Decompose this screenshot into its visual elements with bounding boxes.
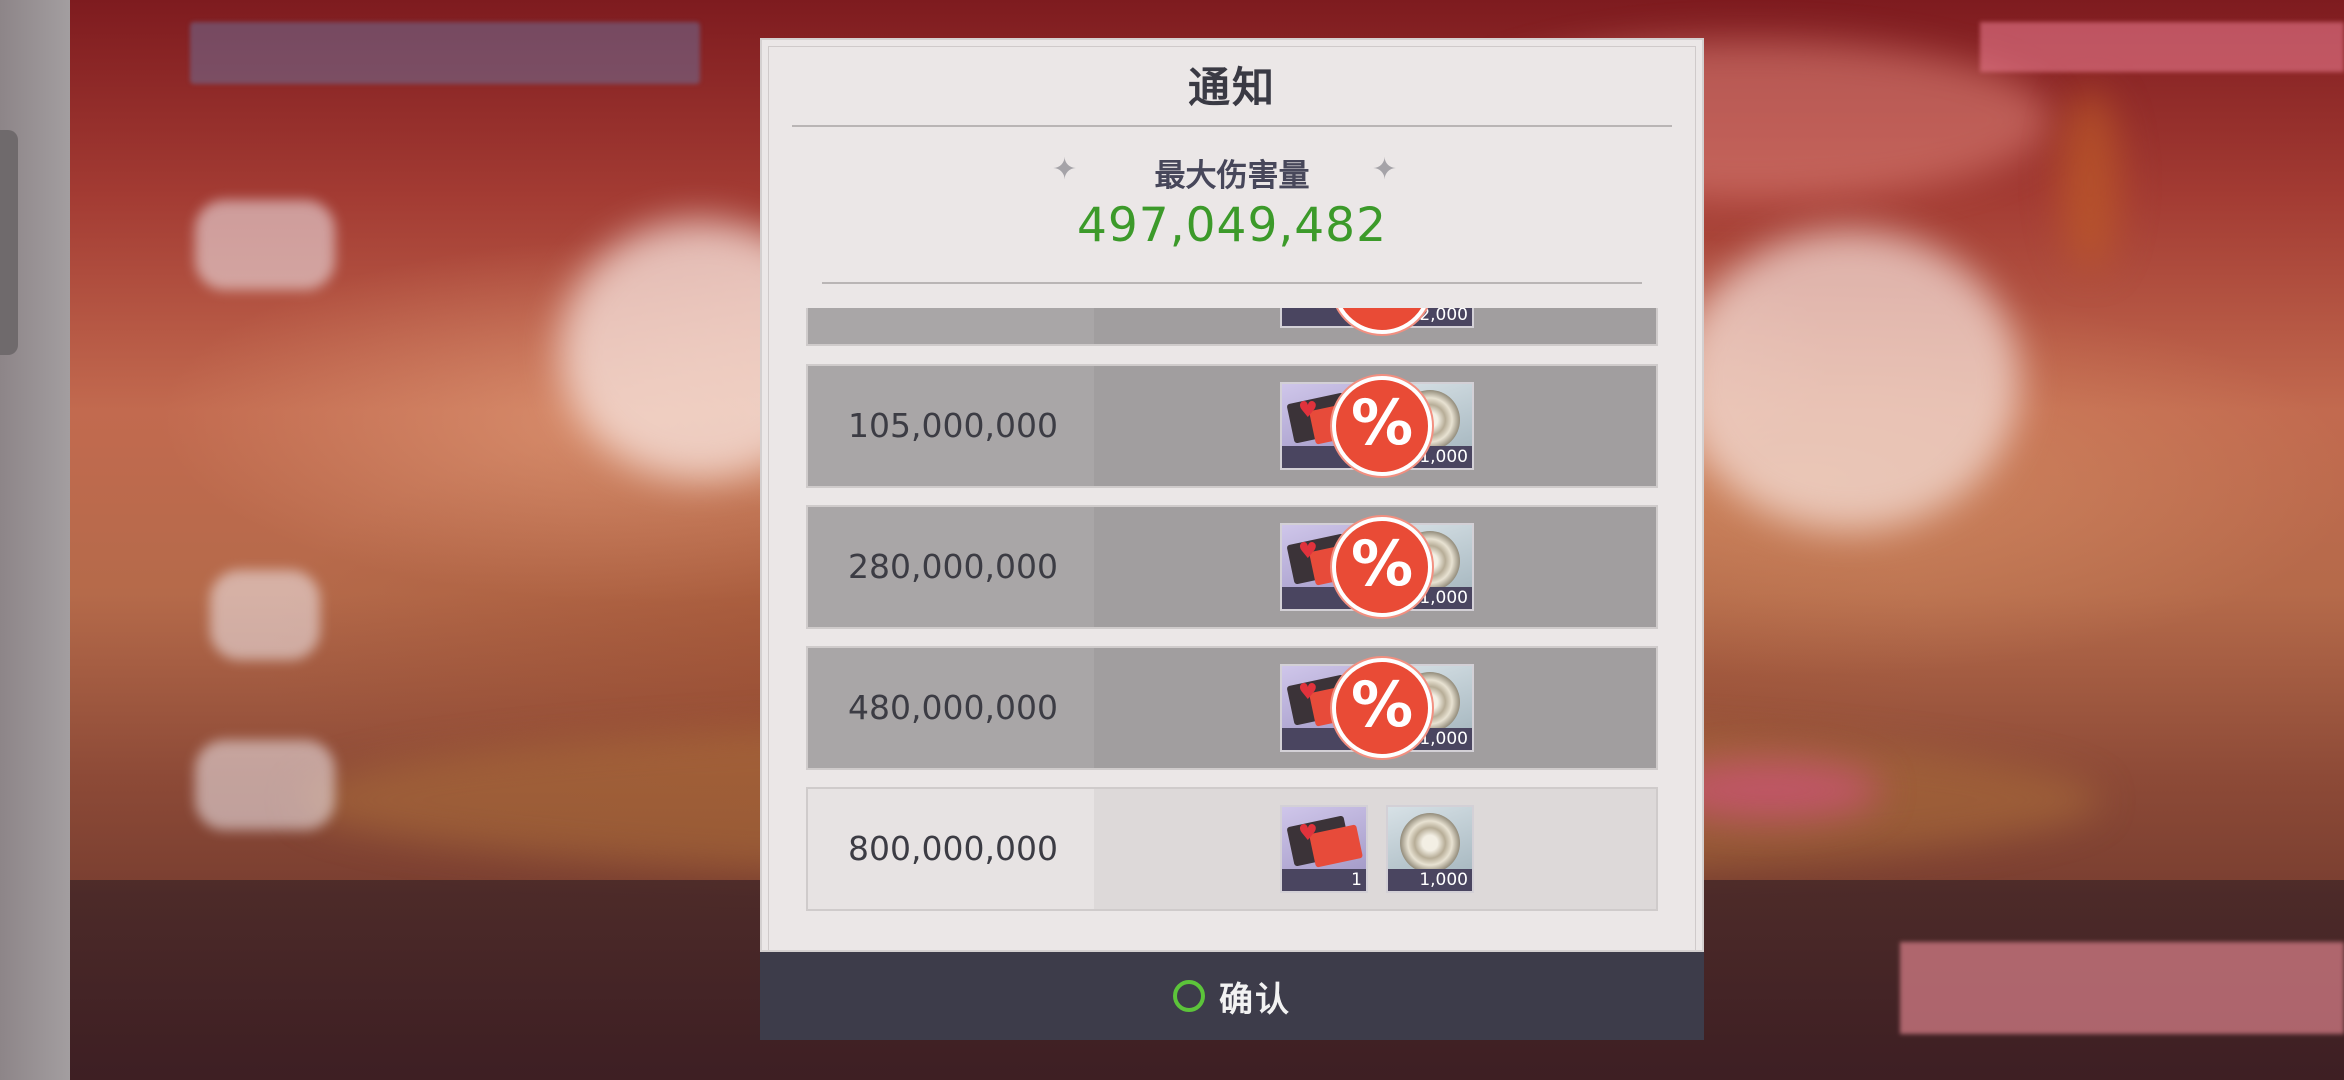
circle-icon xyxy=(1173,980,1205,1012)
left-edge-handle[interactable] xyxy=(0,130,18,355)
reward-ticket-item[interactable]: ♥ 1 xyxy=(1280,805,1368,893)
reward-coin-item[interactable]: 1,000 xyxy=(1386,805,1474,893)
background-action-button xyxy=(1900,942,2344,1034)
reward-row: 105,000,000 ♥ 1,000 % xyxy=(806,364,1658,488)
dialog-title: 通知 xyxy=(1187,63,1276,112)
notice-dialog: 通知 ✦ 最大伤害量 ✦ 497,049,482 ♥ 2,000 % 105,0… xyxy=(760,38,1704,952)
heart-icon: ♥ xyxy=(1298,821,1318,846)
max-damage-label: 最大伤害量 xyxy=(1154,158,1310,194)
heart-icon: ♥ xyxy=(1298,539,1318,564)
heart-icon: ♥ xyxy=(1298,398,1318,423)
background-menu-icon xyxy=(195,200,335,290)
reward-row: 800,000,000 ♥ 1 1,000 xyxy=(806,787,1658,911)
background-resource-bar xyxy=(1980,22,2344,72)
background-wing-right xyxy=(1680,230,2020,530)
background-menu-icon xyxy=(210,570,320,660)
gear-coin-icon xyxy=(1400,813,1460,873)
background-menu-icon xyxy=(195,740,335,830)
reward-threshold: 280,000,000 xyxy=(848,547,1058,586)
confirm-label: 确认 xyxy=(1219,979,1291,1020)
divider xyxy=(792,125,1672,127)
confirm-button[interactable]: 确认 xyxy=(760,952,1704,1040)
claimed-stamp-icon: % xyxy=(1332,376,1432,476)
claimed-stamp-icon: % xyxy=(1332,658,1432,758)
reward-threshold: 480,000,000 xyxy=(848,688,1058,727)
max-damage-value: 497,049,482 xyxy=(1076,198,1387,253)
reward-list[interactable]: ♥ 2,000 % 105,000,000 ♥ 1,000 % xyxy=(806,308,1662,958)
reward-row: 280,000,000 ♥ 1,000 % xyxy=(806,505,1658,629)
sparkle-icon: ✦ xyxy=(1372,152,1398,187)
claimed-stamp-icon: % xyxy=(1332,308,1432,334)
item-count: 1 xyxy=(1282,869,1366,891)
item-count: 1,000 xyxy=(1388,869,1472,891)
reward-threshold: 105,000,000 xyxy=(848,406,1058,445)
reward-row: 480,000,000 ♥ 1,000 % xyxy=(806,646,1658,770)
background-back-header xyxy=(190,22,700,84)
background-orange-shape xyxy=(2060,90,2120,270)
divider xyxy=(822,282,1642,284)
reward-threshold: 800,000,000 xyxy=(848,829,1058,868)
claimed-stamp-icon: % xyxy=(1332,517,1432,617)
heart-icon: ♥ xyxy=(1298,680,1318,705)
reward-row: ♥ 2,000 % xyxy=(806,308,1658,346)
